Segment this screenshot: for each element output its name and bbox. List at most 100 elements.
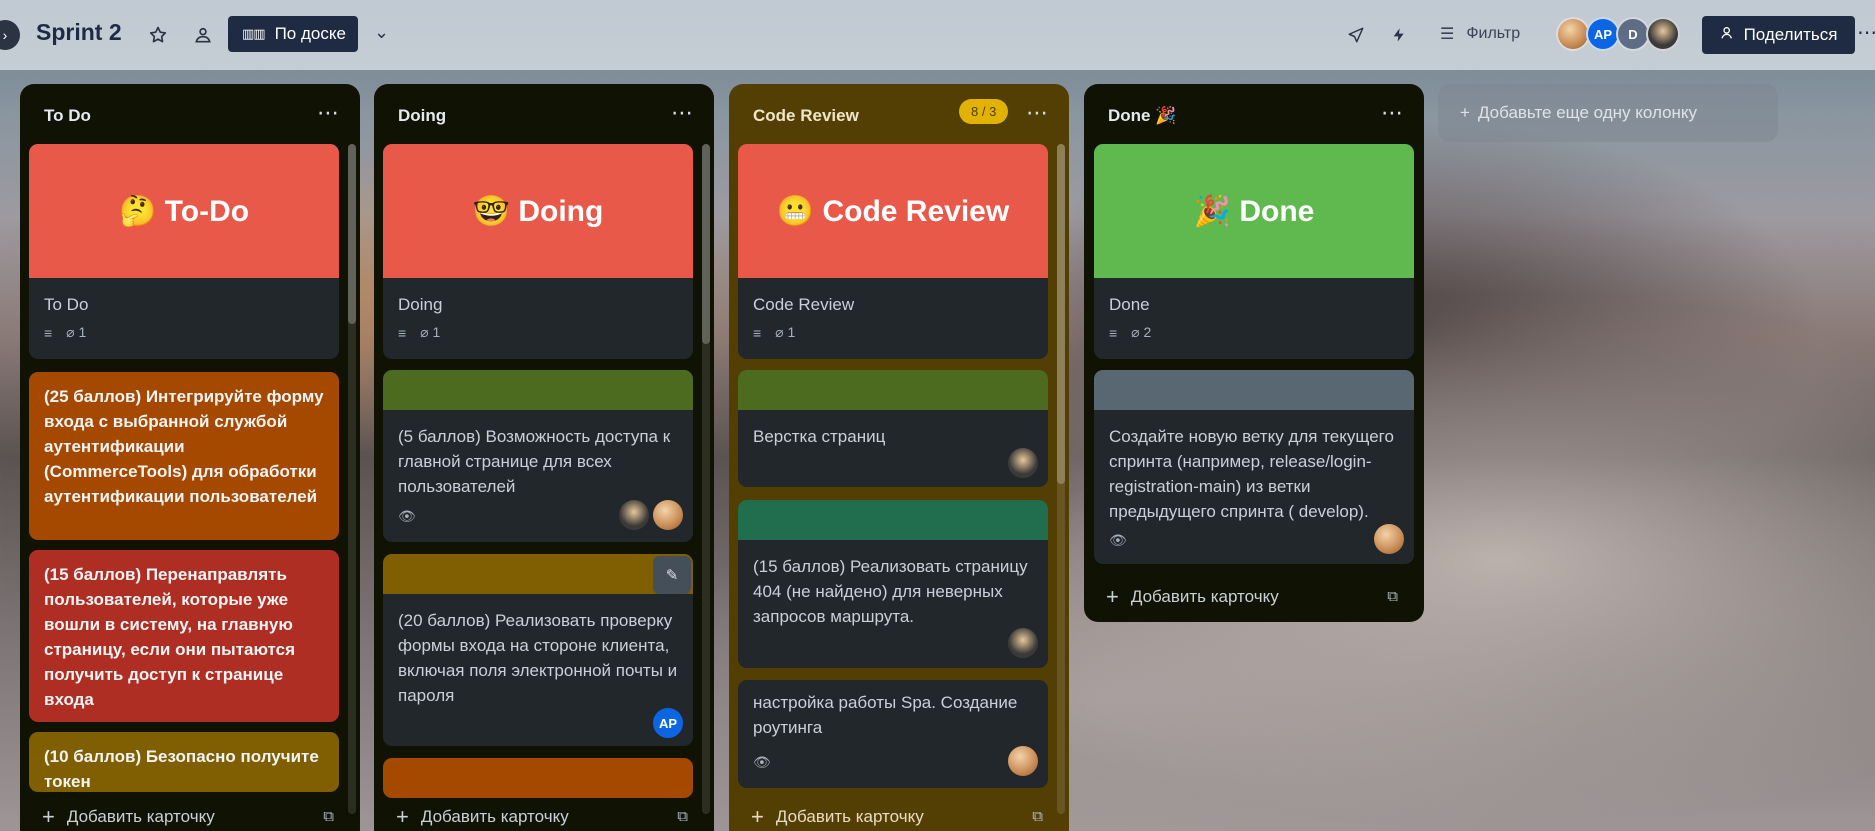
add-person-icon [1720,25,1736,46]
watch-eye-icon: 👁 [398,508,416,524]
card-template-icon[interactable]: ⧉ [1387,588,1398,605]
card-cover: 🤔 To-Do [29,144,339,278]
avatar[interactable]: AP [653,708,683,738]
plus-icon: + [751,804,764,829]
card-cover [738,500,1048,540]
card[interactable]: (15 баллов) Реализовать страницу 404 (не… [738,500,1048,668]
card-template-icon[interactable]: ⧉ [677,808,688,825]
avatar[interactable] [1646,17,1680,51]
card[interactable]: (25 баллов) Интегрируйте форму входа с в… [29,372,339,540]
add-card-button[interactable]: + Добавить карточку [42,804,215,830]
board-header: › Sprint 2 ▥▥ По доске ⌄ ☰ Фильтр AP D П… [0,0,1875,70]
list-header[interactable]: Done 🎉 ⋯ [1084,84,1424,146]
card-title: (15 баллов) Реализовать страницу 404 (не… [753,557,1028,626]
attachment-icon: ⌀ 1 [420,324,441,340]
star-icon[interactable] [145,22,171,48]
share-label: Поделиться [1743,25,1838,44]
add-card-button[interactable]: + Добавить карточку [396,804,569,830]
card-title: (15 баллов) Перенаправлять пользователей… [44,565,296,709]
description-icon: ≡ [44,324,53,341]
filter-button[interactable]: ☰ Фильтр [1440,24,1520,44]
filter-icon: ☰ [1440,26,1455,43]
card[interactable]: ✎ (20 баллов) Реализовать проверку формы… [383,554,693,746]
card-cover [738,370,1048,410]
list-scrollbar[interactable] [348,144,356,814]
board-title[interactable]: Sprint 2 [36,19,122,46]
card-cover [383,758,693,798]
card-template-icon[interactable]: ⧉ [1032,808,1043,825]
card-cover [1094,370,1414,410]
send-icon[interactable] [1343,22,1369,48]
automation-bolt-icon[interactable] [1386,22,1412,48]
list-scrollbar[interactable] [1057,144,1065,814]
sidebar-expand-icon[interactable]: › [0,20,20,50]
avatar[interactable] [653,500,683,530]
card-title: (10 баллов) Безопасно получите токен [44,747,319,791]
card-cover: 🤓 Doing [383,144,693,278]
list-todo: To Do ⋯ 🤔 To-Do To Do ≡ ⌀ 1 (25 баллов) … [20,84,360,831]
card[interactable]: 😬 Code Review Code Review ≡ ⌀ 1 [738,144,1048,359]
card[interactable]: 🎉 Done Done ≡ ⌀ 2 [1094,144,1414,359]
avatar[interactable] [1374,524,1404,554]
card[interactable] [383,758,693,798]
avatar[interactable] [1008,448,1038,478]
card[interactable]: 🤓 Doing Doing ≡ ⌀ 1 [383,144,693,359]
list-menu-icon[interactable]: ⋯ [1381,100,1404,126]
card-title: To Do [44,295,89,314]
edit-pencil-icon[interactable]: ✎ [653,556,691,594]
share-button[interactable]: Поделиться [1702,16,1855,54]
avatar[interactable] [1008,628,1038,658]
list-menu-icon[interactable]: ⋯ [1026,100,1049,126]
card-cover: 😬 Code Review [738,144,1048,278]
board-view-button[interactable]: ▥▥ По доске [228,16,358,52]
chevron-down-icon[interactable]: ⌄ [374,22,389,43]
workspace-visibility-icon[interactable] [190,22,216,48]
list-header[interactable]: To Do ⋯ [20,84,360,146]
card[interactable]: настройка работы Spa. Создание роутинга … [738,680,1048,788]
list-done: Done 🎉 ⋯ 🎉 Done Done ≡ ⌀ 2 Создайте нову… [1084,84,1424,622]
description-icon: ≡ [1109,324,1118,341]
card[interactable]: Верстка страниц [738,370,1048,487]
board-view-label: По доске [274,24,346,43]
card-title: Doing [398,295,443,314]
list-menu-icon[interactable]: ⋯ [671,100,694,126]
avatar[interactable] [1008,746,1038,776]
filter-label: Фильтр [1466,25,1521,42]
card[interactable]: (5 баллов) Возможность доступа к главной… [383,370,693,542]
add-card-button[interactable]: + Добавить карточку [751,804,924,830]
watch-eye-icon: 👁 [753,754,771,770]
card-title: (20 баллов) Реализовать проверку формы в… [398,611,678,705]
list-header[interactable]: Code Review 8 / 3 ⋯ [729,84,1069,146]
avatar[interactable]: D [1616,17,1650,51]
board-members[interactable]: AP D [1556,17,1680,51]
avatar[interactable]: AP [1586,17,1620,51]
list-doing: Doing ⋯ 🤓 Doing Doing ≡ ⌀ 1 (5 баллов) В… [374,84,714,831]
more-options-icon[interactable]: ⋯ [1857,20,1875,45]
list-title[interactable]: Code Review [753,106,859,126]
list-title[interactable]: To Do [44,106,91,126]
card[interactable]: (10 баллов) Безопасно получите токен [29,732,339,792]
card-title: (25 баллов) Интегрируйте форму входа с в… [44,387,324,506]
add-card-label: Добавить карточку [66,807,215,826]
card[interactable]: Создайте новую ветку для текущего спринт… [1094,370,1414,564]
avatar[interactable] [1556,17,1590,51]
list-menu-icon[interactable]: ⋯ [317,100,340,126]
attachment-count: 1 [432,324,441,340]
add-card-button[interactable]: + Добавить карточку [1106,584,1279,610]
plus-icon: + [1460,103,1470,122]
list-scrollbar[interactable] [702,144,710,814]
card-title: Верстка страниц [753,427,886,446]
card-title: настройка работы Spa. Создание роутинга [753,693,1018,737]
card[interactable]: 🤔 To-Do To Do ≡ ⌀ 1 [29,144,339,359]
description-icon: ≡ [753,324,762,341]
card[interactable]: (15 баллов) Перенаправлять пользователей… [29,550,339,722]
add-list-button[interactable]: + Добавьте еще одну колонку [1438,84,1778,142]
list-header[interactable]: Doing ⋯ [374,84,714,146]
card-template-icon[interactable]: ⧉ [323,808,334,825]
list-title[interactable]: Doing [398,106,446,126]
card-title: (5 баллов) Возможность доступа к главной… [398,427,671,496]
attachment-icon: ⌀ 2 [1131,324,1152,340]
list-title[interactable]: Done 🎉 [1108,106,1176,126]
avatar[interactable] [619,500,649,530]
card-title: Создайте новую ветку для текущего спринт… [1109,427,1394,521]
